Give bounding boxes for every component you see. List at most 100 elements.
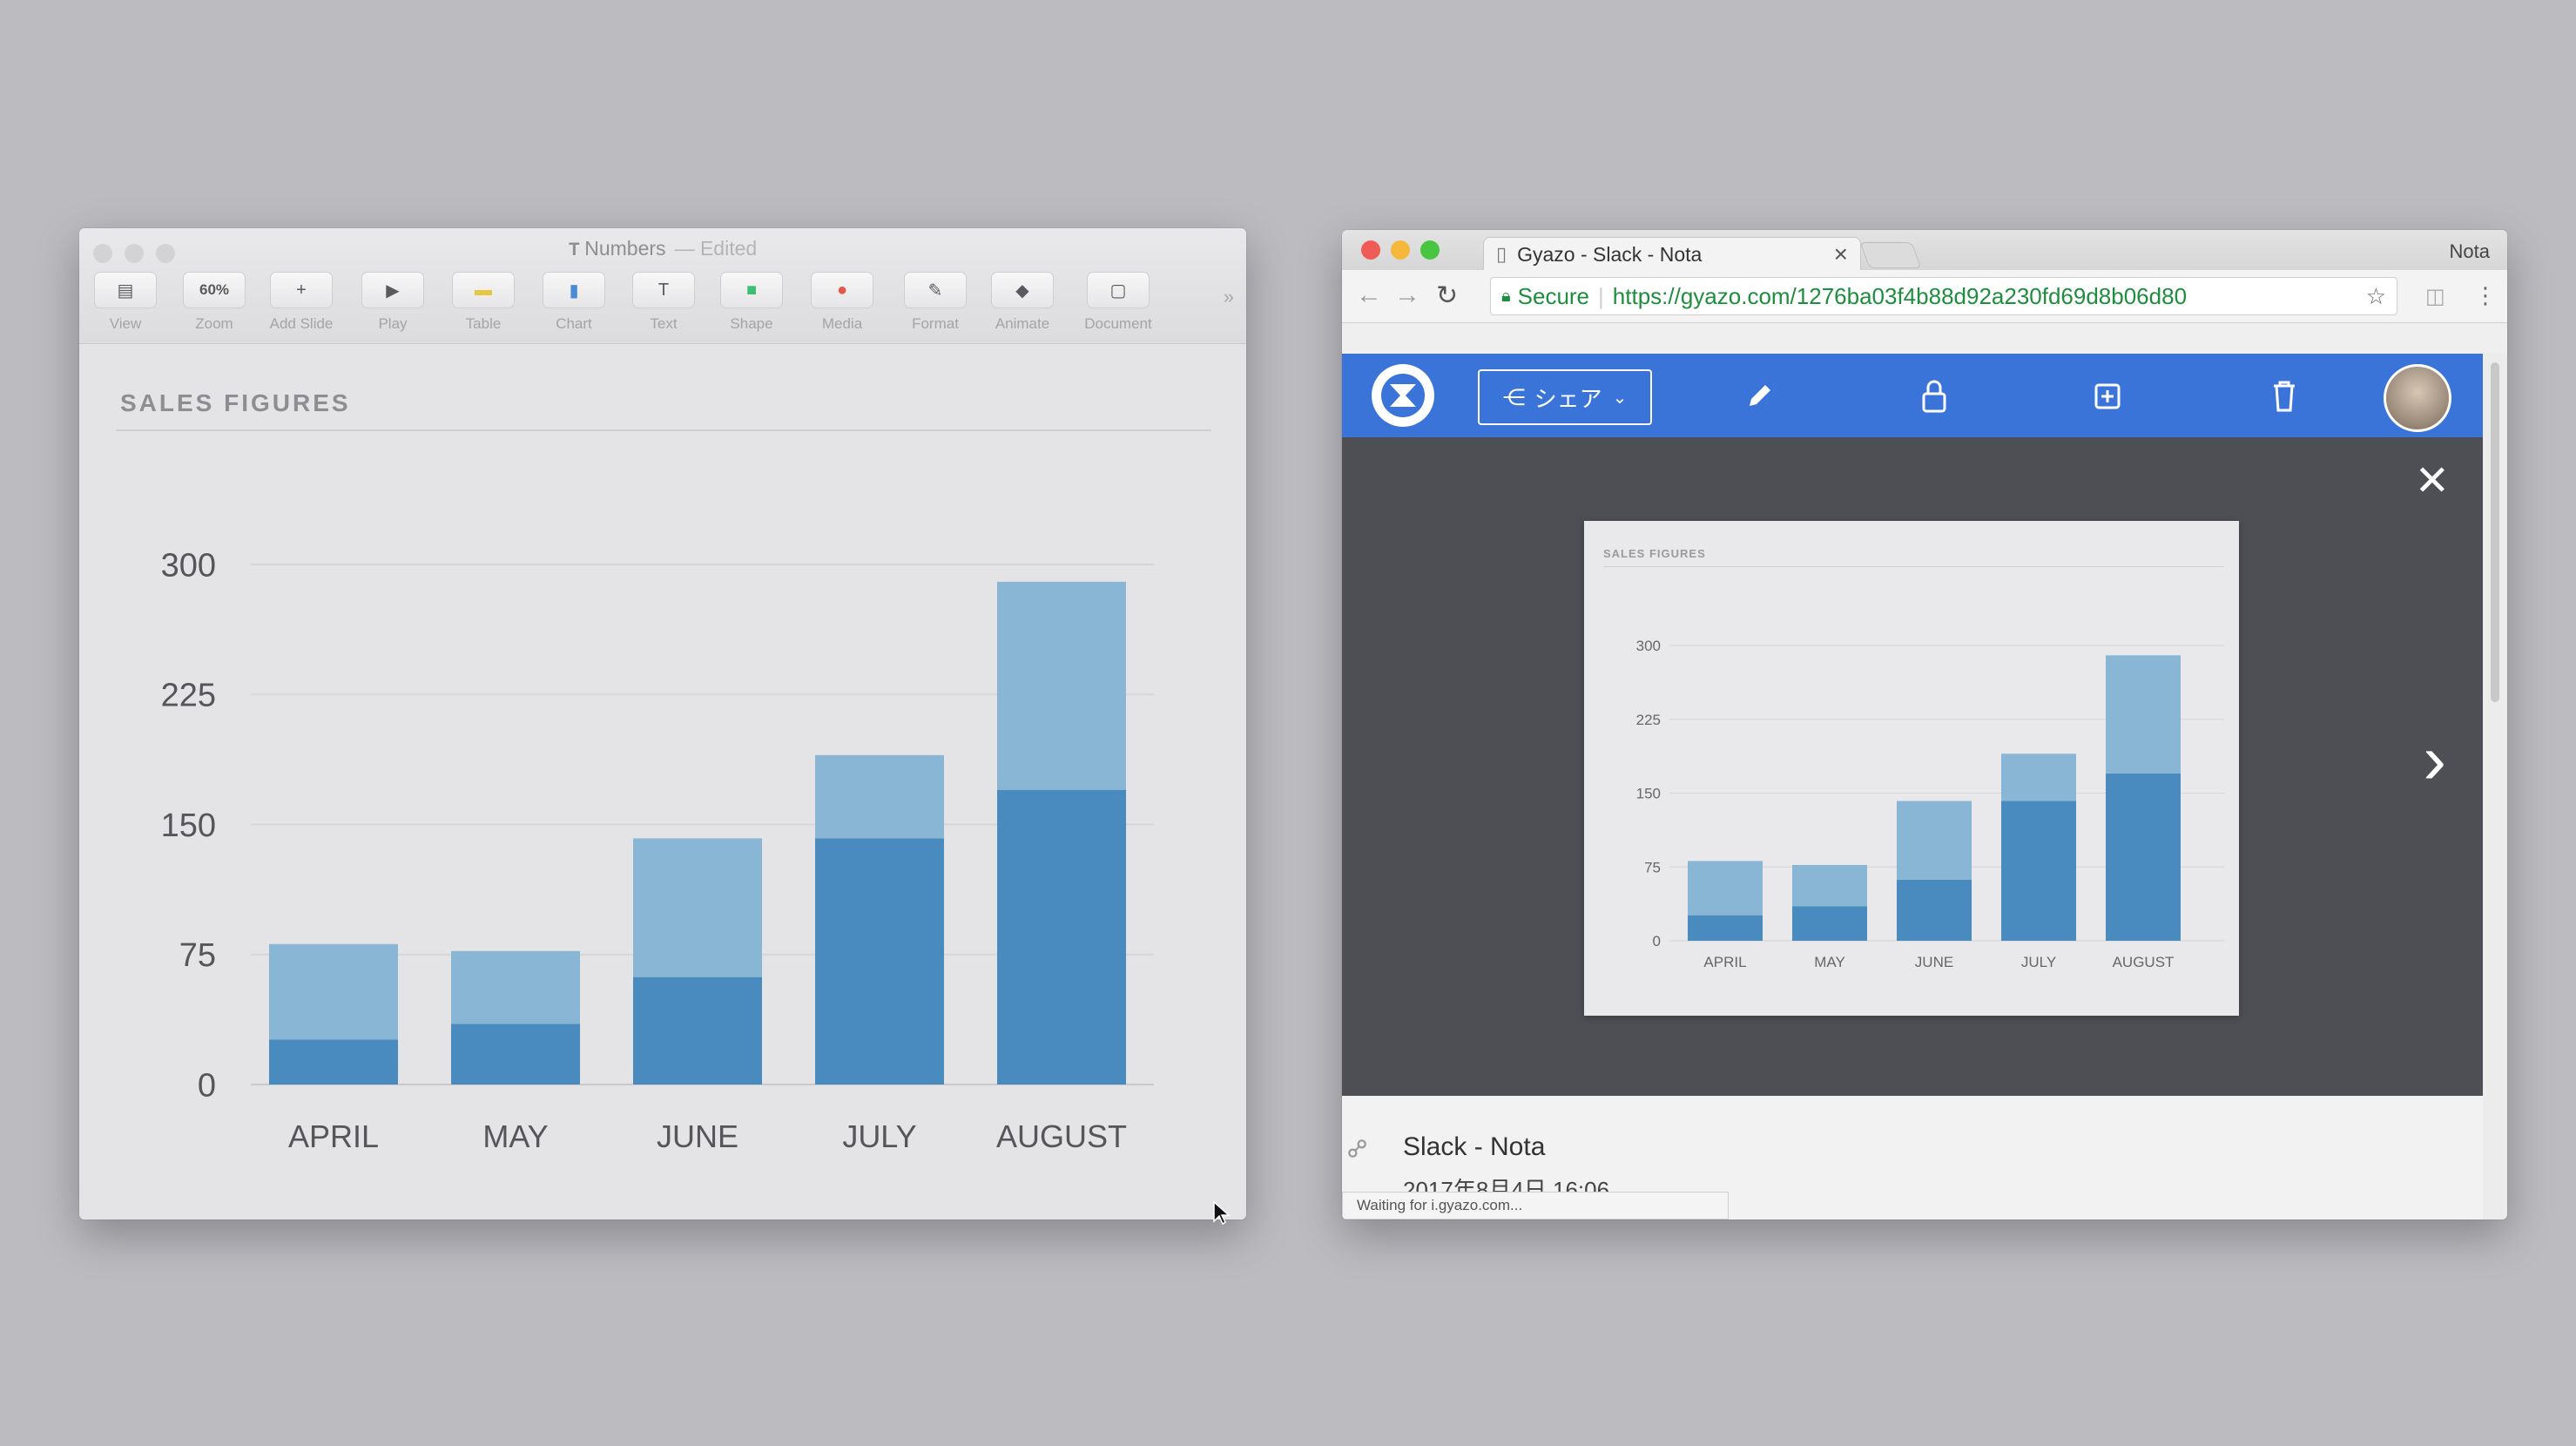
- table-icon: ▬: [452, 272, 515, 308]
- bar-april-segment-1: [1688, 915, 1763, 941]
- toolbar-animate-button[interactable]: ◆ Animate: [980, 272, 1065, 333]
- media-icon: ●: [811, 272, 873, 308]
- bookmark-star-icon[interactable]: ☆: [2366, 283, 2386, 310]
- toolbar-label: Text: [650, 315, 678, 332]
- toolbar-text-button[interactable]: T Text: [621, 272, 706, 333]
- document-icon: ▢: [1087, 272, 1150, 308]
- bar-june-segment-1: [1897, 879, 1972, 941]
- toolbar-zoom-button[interactable]: 60% Zoom: [172, 272, 257, 333]
- collection-add-icon[interactable]: [2084, 371, 2133, 420]
- toolbar-add-slide-button[interactable]: + Add Slide: [259, 272, 344, 333]
- chevron-down-icon: ⌄: [1612, 388, 1628, 408]
- x-category-label: JULY: [842, 1118, 916, 1154]
- x-category-label: JULY: [2021, 954, 2056, 970]
- toolbar-media-button[interactable]: ● Media: [799, 272, 885, 333]
- zoom-icon: 60%: [183, 272, 246, 308]
- menu-icon[interactable]: ⋮: [2474, 282, 2497, 309]
- edit-icon[interactable]: [1736, 371, 1784, 420]
- status-text: Waiting for i.gyazo.com...: [1357, 1197, 1523, 1213]
- trash-icon[interactable]: [2260, 371, 2309, 420]
- toolbar-label: Add Slide: [269, 315, 334, 332]
- status-bubble: Waiting for i.gyazo.com...: [1342, 1192, 1729, 1220]
- toolbar-view-button[interactable]: ▤ View: [83, 272, 168, 333]
- y-tick-label: 150: [1636, 786, 1661, 802]
- x-category-label: MAY: [482, 1118, 548, 1154]
- zoom-window-button[interactable]: [1420, 240, 1440, 260]
- toolbar-overflow-button[interactable]: »: [1224, 286, 1234, 308]
- lock-icon: 🔒︎: [1501, 286, 1511, 306]
- lock-icon[interactable]: [1910, 371, 1959, 420]
- share-label: シェア: [1534, 385, 1602, 412]
- address-bar[interactable]: 🔒︎ Secure | https://gyazo.com/1276ba03f4…: [1490, 277, 2397, 315]
- y-tick-label: 300: [161, 547, 216, 584]
- slide-canvas: SALES FIGURES 0 75 150 225 300 APRIL MAY JUNE JU…: [79, 344, 1246, 1220]
- y-tick-label: 75: [1644, 859, 1661, 875]
- toolbar-document-button[interactable]: ▢ Document: [1076, 272, 1161, 333]
- window-title: 𝐓 Numbers — Edited: [568, 237, 758, 260]
- close-viewer-icon[interactable]: ✕: [2415, 456, 2450, 505]
- bar-july-segment-2: [815, 754, 944, 839]
- forward-icon[interactable]: →: [1394, 280, 1420, 310]
- bar-april-segment-2: [269, 943, 398, 1040]
- scrollbar-thumb[interactable]: [2491, 362, 2499, 702]
- new-tab-button[interactable]: [1859, 242, 1922, 268]
- toolbar-label: Format: [912, 315, 959, 332]
- text-icon: T: [632, 272, 695, 308]
- toolbar-label: Play: [378, 315, 408, 332]
- gyazo-logo-icon[interactable]: [1372, 364, 1434, 427]
- profile-name[interactable]: Nota: [2450, 240, 2490, 263]
- secure-label: Secure: [1517, 282, 1590, 309]
- bar-august-segment-2: [2106, 655, 2181, 774]
- toolbar-table-button[interactable]: ▬ Table: [441, 272, 526, 333]
- preview-image[interactable]: SALES FIGURES 0 75 150 225 300 APRIL MAY JUNE JU…: [1584, 521, 2239, 1016]
- bar-april-segment-1: [269, 1039, 398, 1084]
- toolbar-format-button[interactable]: ✎ Format: [893, 272, 978, 333]
- x-category-label: APRIL: [1703, 954, 1746, 970]
- extension-icon[interactable]: ◫: [2425, 284, 2445, 309]
- source-title[interactable]: Slack - Nota: [1403, 1132, 1545, 1162]
- close-window-button[interactable]: [1361, 240, 1380, 260]
- browser-tab[interactable]: ▯ Gyazo - Slack - Nota ×: [1483, 237, 1861, 271]
- bar-august-segment-2: [997, 581, 1126, 790]
- toolbar-shape-button[interactable]: ■ Shape: [709, 272, 794, 333]
- bar-may-segment-2: [1792, 864, 1867, 907]
- chart-icon: ▮: [543, 272, 605, 308]
- bar-june-segment-1: [633, 976, 762, 1084]
- image-info-footer: ⚯ Slack - Nota 2017年8月4日 16:06 Waiting f…: [1342, 1096, 2483, 1220]
- bar-may-segment-1: [451, 1024, 580, 1084]
- y-tick-label: 75: [179, 937, 216, 974]
- user-avatar[interactable]: [2384, 364, 2451, 432]
- add-slide-icon: +: [270, 272, 333, 308]
- image-viewer: ✕ › SALES FIGURES 0 75 150 225 300 APRIL MAY JU…: [1342, 437, 2483, 1096]
- gyazo-toolbar: ⋲ シェア ⌄: [1342, 354, 2483, 437]
- toolbar-chart-button[interactable]: ▮ Chart: [531, 272, 617, 333]
- bar-july-segment-1: [2001, 801, 2076, 941]
- tab-close-icon[interactable]: ×: [1834, 240, 1848, 268]
- toolbar-label: Table: [465, 315, 502, 332]
- tab-strip: ▯ Gyazo - Slack - Nota × Nota: [1342, 230, 2507, 271]
- share-icon: ⋲: [1502, 383, 1526, 410]
- toolbar-label: View: [109, 315, 142, 332]
- toolbar-label: Document: [1084, 315, 1152, 332]
- share-button[interactable]: ⋲ シェア ⌄: [1478, 369, 1652, 425]
- animate-icon: ◆: [991, 272, 1054, 308]
- shape-icon: ■: [720, 272, 783, 308]
- toolbar-label: Media: [821, 315, 863, 332]
- next-image-icon[interactable]: ›: [2423, 725, 2446, 794]
- reload-icon[interactable]: ↻: [1436, 280, 1458, 311]
- y-tick-label: 0: [1653, 933, 1661, 949]
- toolbar-play-button[interactable]: ▶ Play: [350, 272, 435, 333]
- link-icon[interactable]: ⚯: [1342, 1131, 1377, 1168]
- x-category-label: JUNE: [657, 1118, 738, 1154]
- toolbar-label: Shape: [730, 315, 773, 332]
- y-tick-label: 0: [198, 1067, 216, 1104]
- y-tick-label: 225: [161, 678, 216, 714]
- vertical-scrollbar[interactable]: [2483, 354, 2507, 1220]
- minimize-window-button[interactable]: [1391, 240, 1410, 260]
- toolbar-label: Zoom: [195, 315, 233, 332]
- sales-chart: 0 75 150 225 300 APRIL MAY JUNE JULY AUGUST: [161, 547, 1154, 1154]
- back-icon[interactable]: ←: [1356, 280, 1382, 310]
- bar-june-segment-2: [1897, 801, 1972, 880]
- x-category-label: AUGUST: [2113, 954, 2175, 970]
- toolbar-label: Chart: [556, 315, 592, 332]
